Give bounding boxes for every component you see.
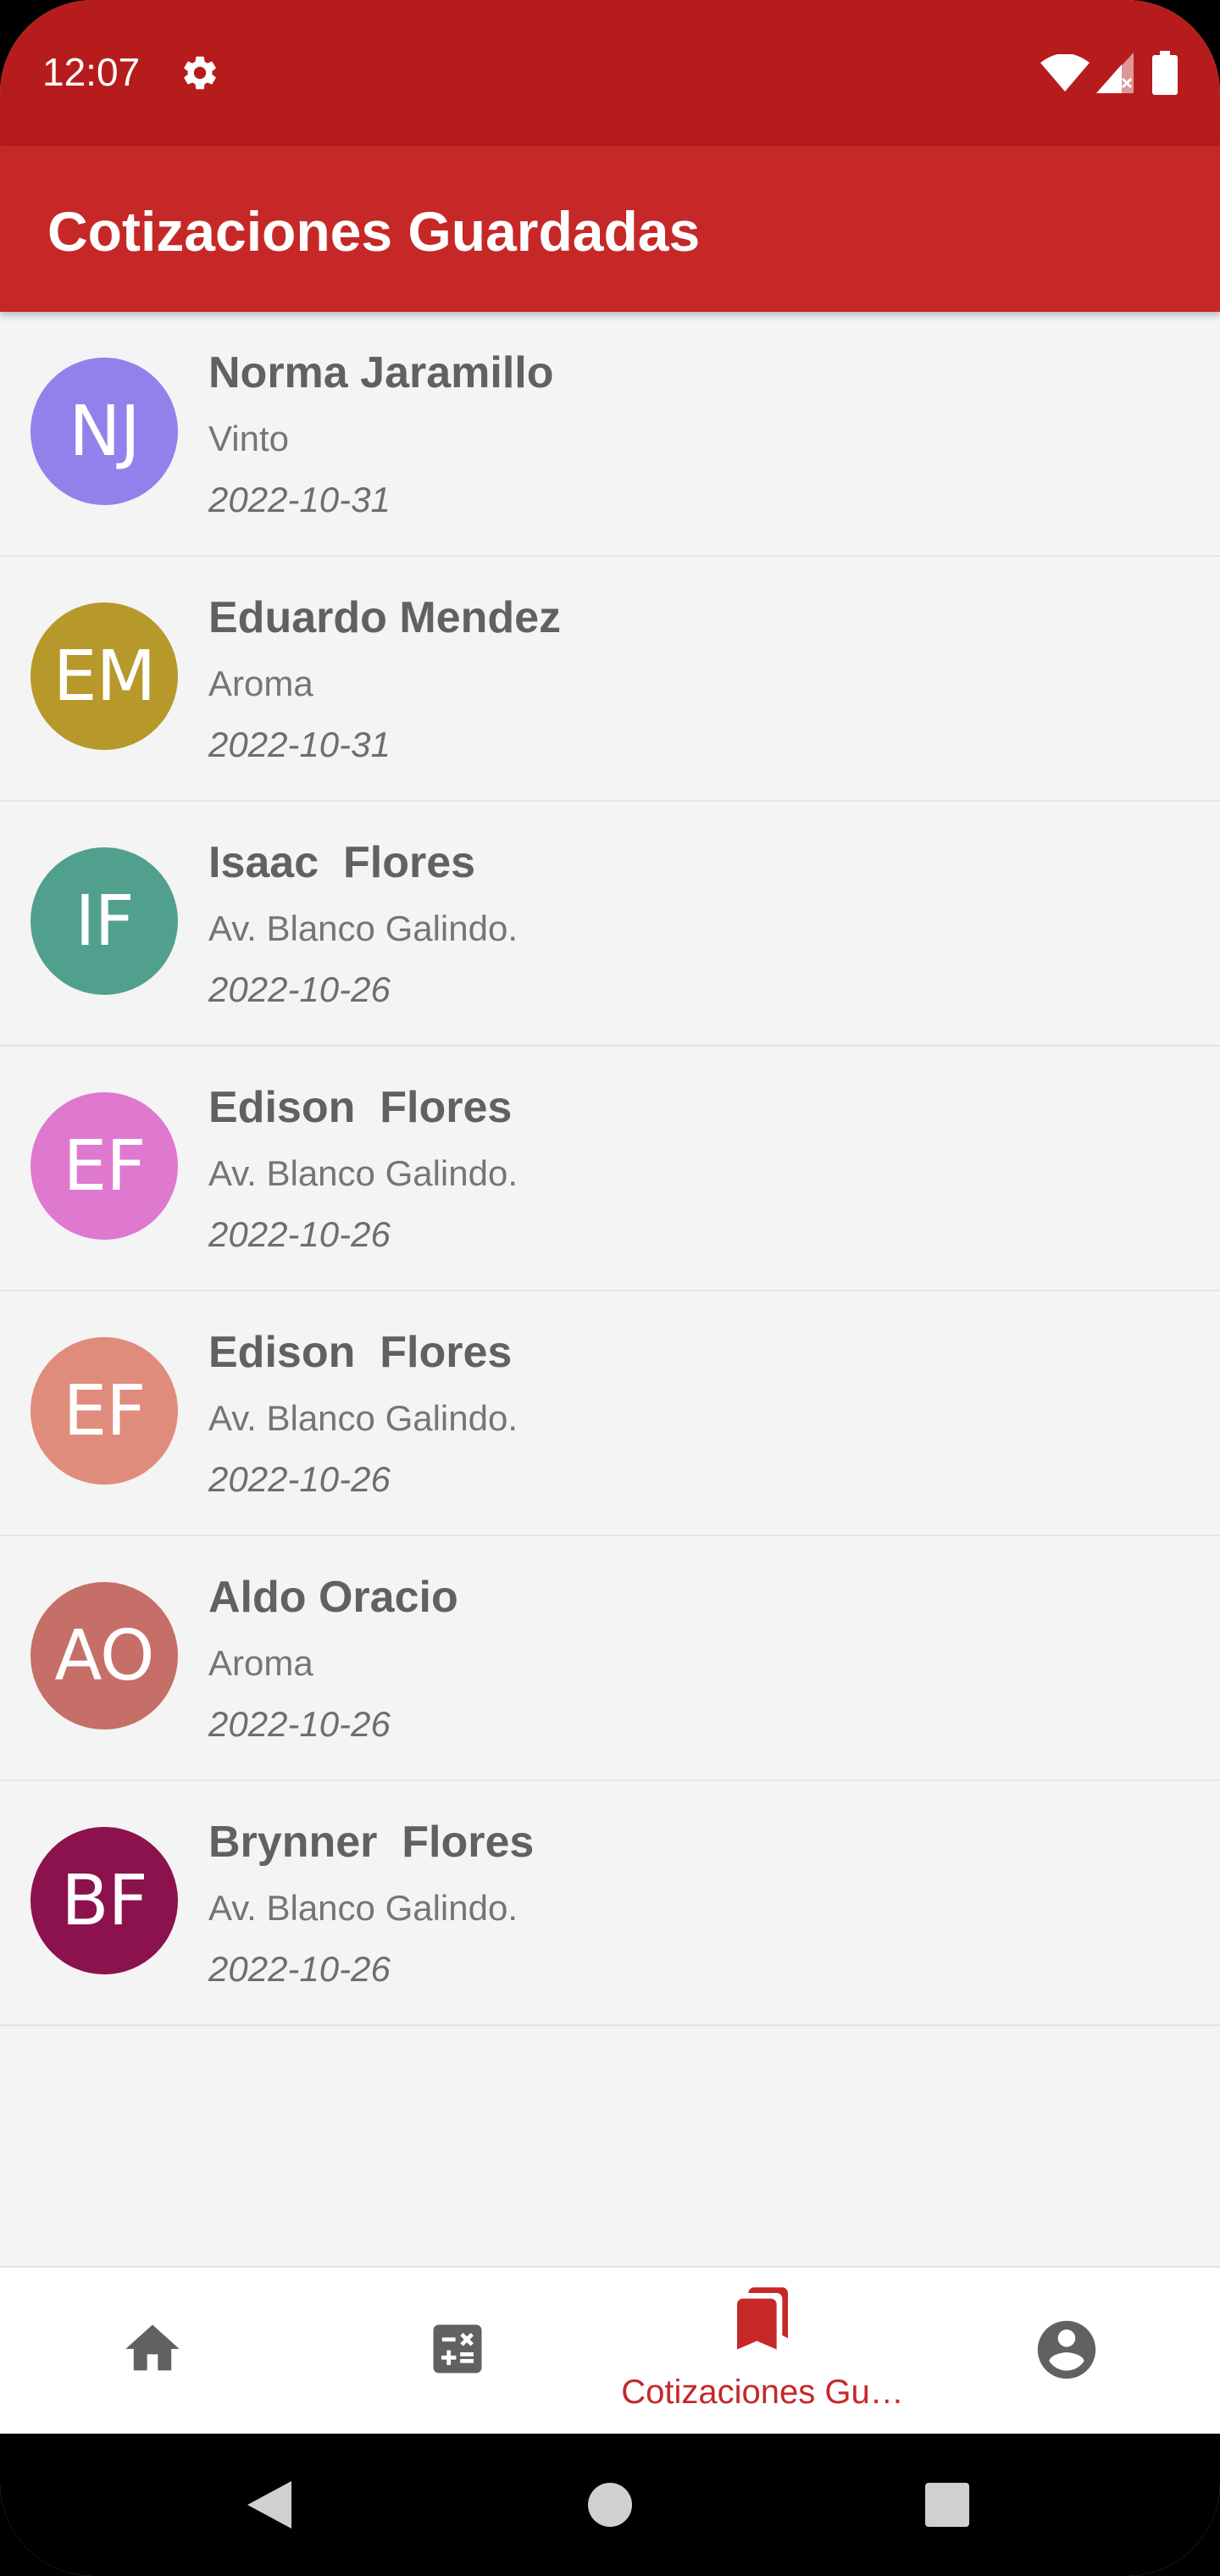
recents-icon[interactable] <box>925 2483 969 2527</box>
avatar: IF <box>30 847 178 995</box>
calculator-icon <box>433 2324 482 2373</box>
page-title: Cotizaciones Guardadas <box>47 200 701 263</box>
customer-name: Isaac Flores <box>208 838 476 887</box>
quote-date: 2022-10-26 <box>208 1704 391 1744</box>
signal-icon <box>1096 53 1134 93</box>
account-icon <box>1037 2320 1096 2379</box>
customer-place: Av. Blanco Galindo. <box>208 1153 518 1193</box>
avatar: EM <box>30 602 178 750</box>
customer-place: Av. Blanco Galindo. <box>208 908 518 948</box>
app-bar: Cotizaciones Guardadas <box>0 146 1220 312</box>
list-item[interactable]: NJ Norma Jaramillo Vinto 2022-10-31 <box>0 312 1220 557</box>
nav-item-account[interactable] <box>915 2268 1220 2435</box>
back-icon[interactable] <box>247 2481 291 2529</box>
quote-date: 2022-10-31 <box>208 724 391 764</box>
list-item[interactable]: BF Brynner Flores Av. Blanco Galindo. 20… <box>0 1781 1220 2026</box>
system-navigation-bar <box>0 2434 1220 2576</box>
quote-date: 2022-10-31 <box>208 480 391 519</box>
customer-name: Aldo Oracio <box>208 1573 458 1622</box>
home-icon <box>125 2324 180 2371</box>
avatar: AO <box>30 1582 178 1729</box>
customer-name: Edison Flores <box>208 1083 513 1132</box>
customer-name: Edison Flores <box>208 1328 513 1377</box>
avatar: EF <box>30 1092 178 1240</box>
nav-label-saved-quotes: Cotizaciones Gu… <box>621 2373 904 2411</box>
customer-place: Aroma <box>208 663 313 703</box>
list-item[interactable]: IF Isaac Flores Av. Blanco Galindo. 2022… <box>0 802 1220 1046</box>
customer-place: Av. Blanco Galindo. <box>208 1888 518 1928</box>
wifi-icon <box>1040 54 1090 92</box>
list-item[interactable]: EM Eduardo Mendez Aroma 2022-10-31 <box>0 557 1220 802</box>
avatar: EF <box>30 1337 178 1485</box>
avatar: NJ <box>30 358 178 505</box>
saved-quotes-list: NJ Norma Jaramillo Vinto 2022-10-31 EM E… <box>0 312 1220 2026</box>
phone-screen: 12:07 Cotizaciones Guardadas NJ Norma Ja… <box>0 0 1220 2576</box>
customer-name: Norma Jaramillo <box>208 348 554 397</box>
customer-place: Vinto <box>208 419 289 458</box>
bookmarks-icon <box>737 2287 788 2350</box>
list-item[interactable]: AO Aldo Oracio Aroma 2022-10-26 <box>0 1536 1220 1781</box>
list-item[interactable]: EF Edison Flores Av. Blanco Galindo. 202… <box>0 1046 1220 1291</box>
quote-date: 2022-10-26 <box>208 1214 391 1254</box>
battery-icon <box>1152 51 1178 95</box>
nav-item-saved-quotes[interactable]: Cotizaciones Gu… <box>610 2268 915 2435</box>
customer-name: Eduardo Mendez <box>208 593 562 642</box>
status-bar: 12:07 <box>0 0 1220 146</box>
nav-item-home[interactable] <box>0 2268 305 2435</box>
avatar: BF <box>30 1827 178 1974</box>
home-circle-icon[interactable] <box>588 2483 632 2527</box>
quote-date: 2022-10-26 <box>208 1459 391 1499</box>
quote-date: 2022-10-26 <box>208 1949 391 1989</box>
customer-name: Brynner Flores <box>208 1818 535 1867</box>
nav-item-calculator[interactable] <box>305 2268 610 2435</box>
status-time: 12:07 <box>42 50 141 94</box>
customer-place: Aroma <box>208 1643 313 1683</box>
bottom-navigation: Cotizaciones Gu… <box>0 2266 1220 2434</box>
quote-date: 2022-10-26 <box>208 969 391 1009</box>
customer-place: Av. Blanco Galindo. <box>208 1398 518 1438</box>
list-item[interactable]: EF Edison Flores Av. Blanco Galindo. 202… <box>0 1291 1220 1536</box>
gear-icon <box>184 56 216 90</box>
